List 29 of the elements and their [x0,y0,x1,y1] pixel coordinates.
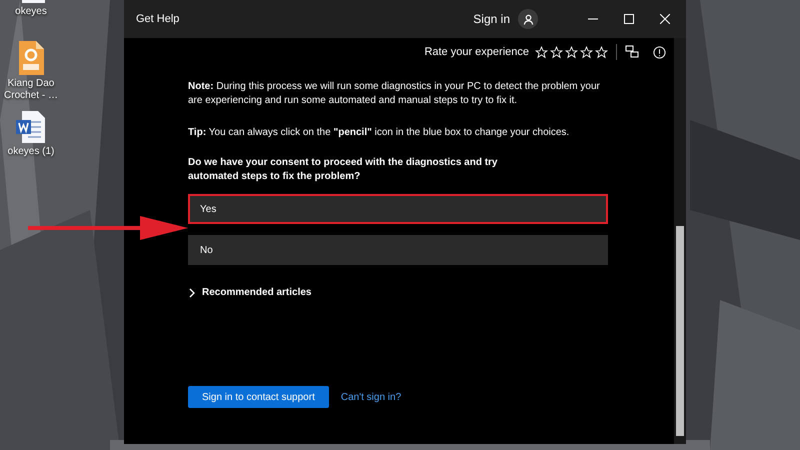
chevron-icon [188,288,196,298]
star-icon[interactable] [595,46,608,58]
star-icon[interactable] [535,46,548,58]
person-icon [522,14,534,24]
tip-text: Tip: You can always click on the "pencil" icon in the blue box to change your choices. [188,126,570,140]
note-text: Note: During this process we will run some diagnostics in your PC to detect the problem your are experiencing and run some automated and manual steps to try to fix it. [188,80,601,108]
consent-question: Do we have your consent to proceed with the diagnostics and try automated steps to fix the problem? [188,156,498,184]
sign-in-link[interactable]: Sign in [473,10,510,28]
close-icon[interactable] [660,14,670,24]
sign-in-support-button[interactable]: Sign in to contact support [188,386,329,408]
pdf-file-icon[interactable] [17,40,45,76]
star-icon[interactable] [565,46,578,58]
star-icon[interactable] [550,46,563,58]
account-avatar[interactable] [518,9,538,29]
cant-sign-in-link[interactable]: Can't sign in? [340,390,402,404]
choice-option[interactable]: No [188,235,608,265]
maximize-icon[interactable] [624,14,634,24]
choice-option[interactable]: Yes [188,194,608,224]
info-icon[interactable] [653,46,666,58]
scrollbar[interactable] [674,38,686,444]
desktop-icon-label[interactable]: okeyes (1) [8,146,54,158]
word-file-icon[interactable] [16,110,46,144]
desktop-icon-label[interactable]: okeyes [15,6,47,18]
star-icon[interactable] [580,46,593,58]
window-title: Get Help [136,12,180,27]
recommended-articles-toggle[interactable]: Recommended articles [188,285,610,300]
chat-icon[interactable] [625,45,639,59]
desktop-icon-label[interactable]: Kiang Dao Crochet - … [0,78,62,102]
rate-label: Rate your experience [424,44,529,60]
